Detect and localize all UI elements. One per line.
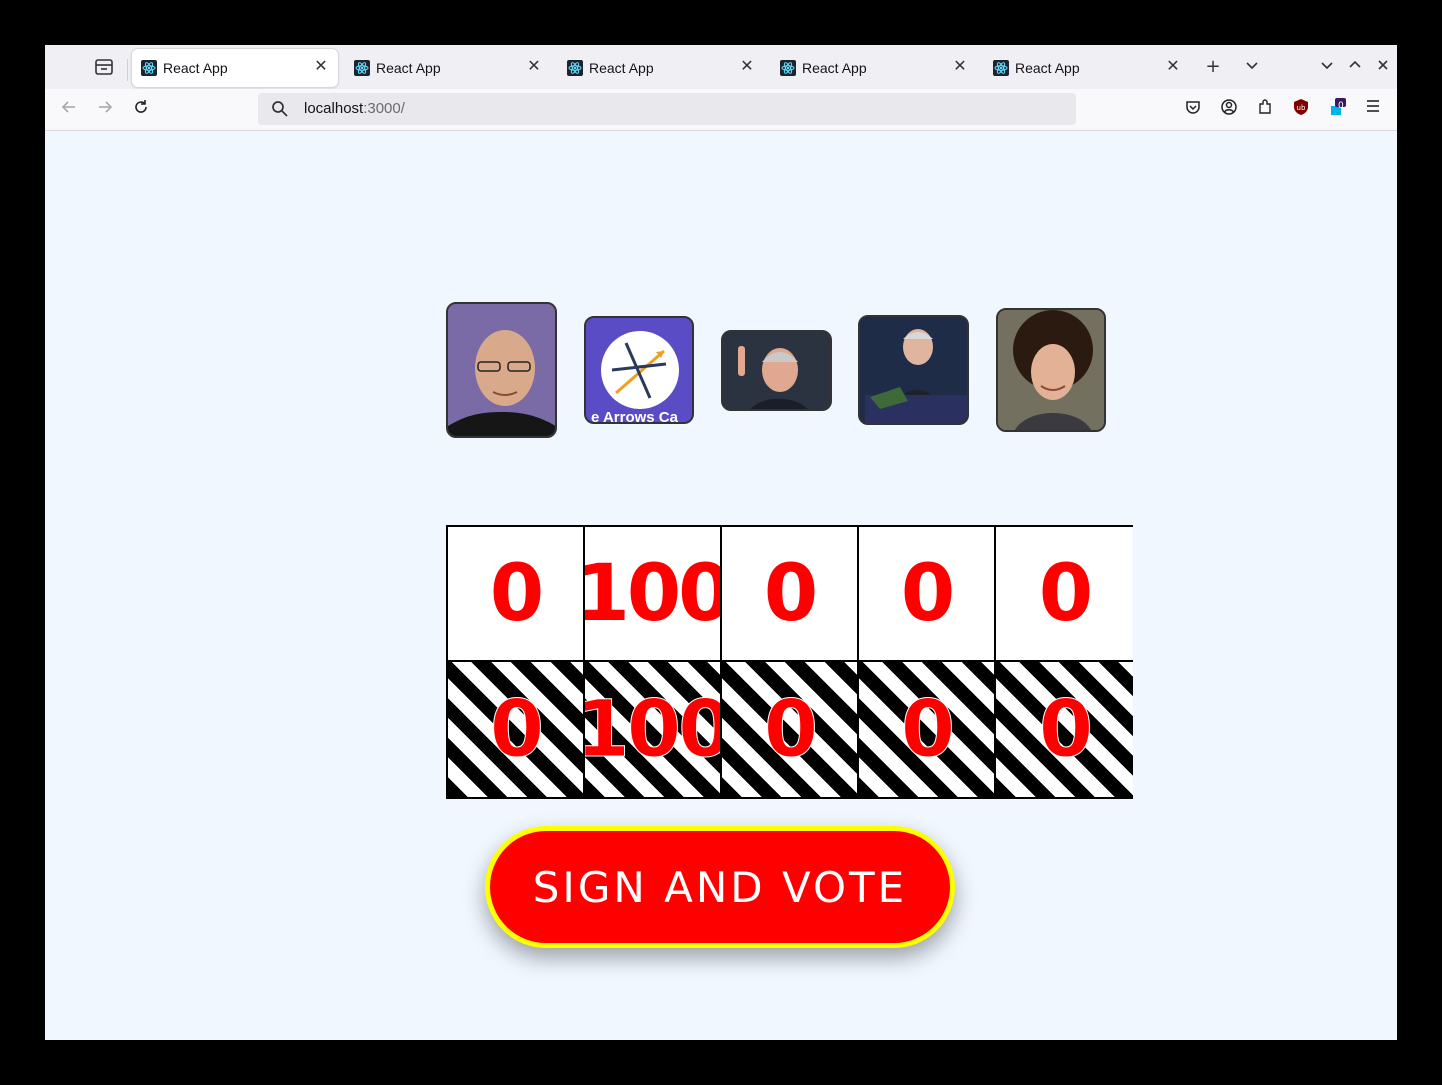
menu-icon[interactable] xyxy=(1362,98,1384,120)
candidate-photo-5[interactable] xyxy=(996,308,1106,432)
tab-title: React App xyxy=(589,60,654,76)
vote-count: 100 xyxy=(585,548,722,639)
candidate-photo-3[interactable] xyxy=(721,330,832,411)
url-text: localhost:3000/ xyxy=(304,100,405,117)
vote-cell-striped[interactable]: 100 xyxy=(585,662,722,797)
close-tab-icon[interactable]: ✕ xyxy=(525,57,543,75)
candidate-photo-1[interactable] xyxy=(446,302,557,438)
react-favicon-icon xyxy=(141,60,157,76)
forward-icon[interactable] xyxy=(94,98,116,120)
vote-count: 0 xyxy=(489,548,544,639)
extension-badge-count: 0 xyxy=(1338,101,1344,111)
tab-1[interactable]: React App ✕ xyxy=(132,49,338,87)
candidate-photo-4[interactable] xyxy=(858,315,969,425)
search-icon xyxy=(272,101,288,117)
vote-count: 0 xyxy=(900,548,955,639)
vote-cell-striped[interactable]: 0 xyxy=(859,662,996,797)
vote-grid: 0 100 0 0 0 0 100 0 0 0 xyxy=(446,525,1133,799)
vote-count: 0 xyxy=(763,684,818,775)
vote-count: 0 xyxy=(489,684,544,775)
sign-and-vote-button[interactable]: SIGN AND VOTE xyxy=(485,826,955,948)
vote-cell-striped[interactable]: 0 xyxy=(722,662,859,797)
new-tab-icon[interactable]: + xyxy=(1202,56,1224,78)
vote-cell[interactable]: 100 xyxy=(585,527,722,662)
react-favicon-icon xyxy=(567,60,583,76)
ublock-shield-icon[interactable]: ub xyxy=(1290,98,1312,120)
navigation-bar: localhost:3000/ ub 0 xyxy=(45,89,1397,131)
reload-icon[interactable] xyxy=(130,98,152,120)
tab-list-chevron-icon[interactable] xyxy=(1241,56,1263,78)
react-favicon-icon xyxy=(993,60,1009,76)
firefox-view-icon[interactable] xyxy=(93,57,115,77)
vote-cell-striped[interactable]: 0 xyxy=(996,662,1133,797)
vote-cell[interactable]: 0 xyxy=(448,527,585,662)
vote-count: 0 xyxy=(1038,548,1093,639)
man-at-podium-portrait-icon xyxy=(860,317,967,423)
bald-man-portrait-icon xyxy=(448,304,555,436)
pocket-icon[interactable] xyxy=(1182,98,1204,120)
close-tab-icon[interactable]: ✕ xyxy=(738,57,756,75)
tab-separator xyxy=(127,59,128,81)
close-tab-icon[interactable]: ✕ xyxy=(1164,57,1182,75)
tab-title: React App xyxy=(376,60,441,76)
svg-text:ub: ub xyxy=(1297,104,1306,112)
tab-title: React App xyxy=(802,60,867,76)
vote-cell[interactable]: 0 xyxy=(859,527,996,662)
curly-haired-man-portrait-icon xyxy=(998,310,1104,430)
man-pointing-portrait-icon xyxy=(723,332,830,409)
react-favicon-icon xyxy=(354,60,370,76)
maximize-icon[interactable] xyxy=(1344,56,1366,78)
minimize-icon[interactable] xyxy=(1316,56,1338,78)
vote-count: 100 xyxy=(585,684,722,775)
logo-caption: e Arrows Ca xyxy=(591,409,678,424)
page-content: e Arrows Ca 0 00 0 0 0 0 00 0 0 0 SIGN A… xyxy=(45,131,1397,1040)
tab-title: React App xyxy=(1015,60,1080,76)
candidate-photo-2[interactable]: e Arrows Ca xyxy=(584,316,694,424)
react-favicon-icon xyxy=(780,60,796,76)
vote-count: 0 xyxy=(900,684,955,775)
tab-title: React App xyxy=(163,60,228,76)
vote-cell-striped[interactable]: 0 xyxy=(448,662,585,797)
tab-5[interactable]: React App ✕ xyxy=(984,49,1190,87)
back-icon[interactable] xyxy=(58,98,80,120)
address-bar[interactable]: localhost:3000/ xyxy=(258,93,1076,125)
close-window-icon[interactable] xyxy=(1372,56,1394,78)
tab-4[interactable]: React App ✕ xyxy=(771,49,977,87)
extension-badge-icon[interactable]: 0 xyxy=(1326,98,1348,120)
close-tab-icon[interactable]: ✕ xyxy=(951,57,969,75)
vote-count: 0 xyxy=(763,548,818,639)
account-icon[interactable] xyxy=(1218,98,1240,120)
tab-2[interactable]: React App ✕ xyxy=(345,49,551,87)
browser-window: React App ✕ React App ✕ React App ✕ Reac… xyxy=(45,45,1397,1040)
vote-count: 0 xyxy=(1038,684,1093,775)
url-host: localhost xyxy=(304,100,364,117)
extensions-icon[interactable] xyxy=(1254,98,1276,120)
tab-3[interactable]: React App ✕ xyxy=(558,49,764,87)
url-path: :3000/ xyxy=(363,100,405,117)
close-tab-icon[interactable]: ✕ xyxy=(312,57,330,75)
vote-cell[interactable]: 0 xyxy=(722,527,859,662)
tab-bar: React App ✕ React App ✕ React App ✕ Reac… xyxy=(45,45,1397,89)
vote-cell[interactable]: 0 xyxy=(996,527,1133,662)
